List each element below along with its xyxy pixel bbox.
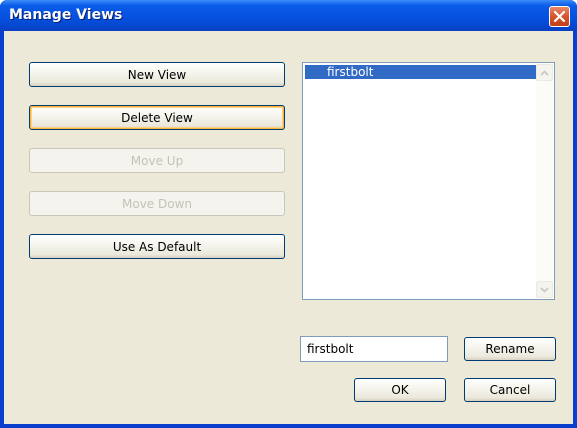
title-bar[interactable]: Manage Views: [0, 0, 577, 31]
move-down-button[interactable]: Move Down: [29, 191, 285, 216]
delete-view-button[interactable]: Delete View: [29, 105, 285, 130]
chevron-up-icon: [540, 69, 549, 76]
scroll-down-button[interactable]: [536, 281, 553, 298]
move-up-button[interactable]: Move Up: [29, 148, 285, 173]
manage-views-dialog: Manage Views New View Delete View Move U…: [0, 0, 577, 428]
dialog-title: Manage Views: [9, 7, 123, 23]
rename-button[interactable]: Rename: [464, 337, 556, 361]
close-icon: [554, 11, 565, 22]
ok-button[interactable]: OK: [354, 378, 446, 402]
cancel-button[interactable]: Cancel: [464, 378, 556, 402]
new-view-button[interactable]: New View: [29, 62, 285, 87]
chevron-down-icon: [540, 286, 549, 293]
close-button[interactable]: [549, 6, 570, 27]
list-item-firstbolt[interactable]: firstbolt: [305, 65, 537, 79]
views-listbox[interactable]: firstbolt: [302, 62, 555, 300]
dialog-body: New View Delete View Move Up Move Down U…: [4, 31, 573, 424]
use-as-default-button[interactable]: Use As Default: [29, 234, 285, 259]
listbox-scrollbar[interactable]: [536, 64, 553, 298]
view-name-input[interactable]: [300, 336, 448, 362]
scroll-up-button[interactable]: [536, 64, 553, 81]
